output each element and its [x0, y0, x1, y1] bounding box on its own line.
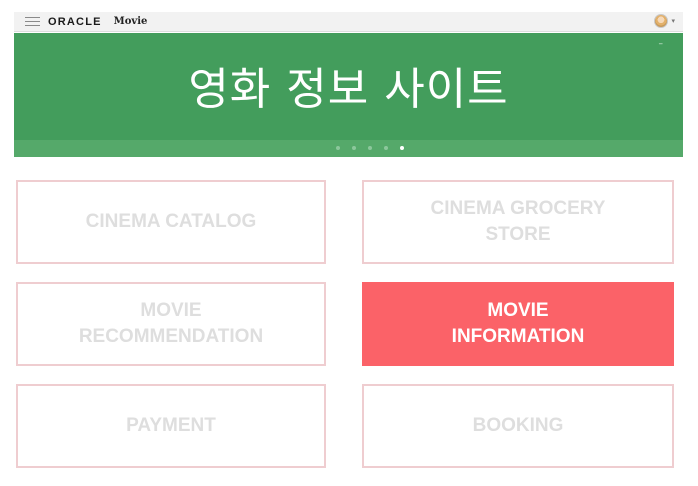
banner-title: 영화 정보 사이트: [188, 64, 509, 115]
carousel-indicators: [14, 146, 683, 150]
carousel-dot-1[interactable]: [335, 146, 340, 150]
chevron-down-icon[interactable]: ▾: [671, 17, 675, 25]
hero-banner: – 영화 정보 사이트: [14, 33, 683, 157]
tile-label-line: BOOKING: [472, 415, 564, 436]
tile-label-line: RECOMMENDATION: [78, 326, 264, 347]
movie-recommendation-button[interactable]: MOVIE RECOMMENDATION: [16, 282, 326, 366]
cinema-catalog-button[interactable]: CINEMA CATALOG: [16, 180, 326, 264]
cinema-grocery-store-button[interactable]: CINEMA GROCERY STORE: [362, 180, 674, 264]
app-header: ORACLE Movie ▾: [14, 12, 683, 32]
movie-information-button[interactable]: MOVIE INFORMATION: [362, 282, 674, 366]
user-menu[interactable]: ▾: [654, 14, 675, 28]
hamburger-menu-icon[interactable]: [25, 17, 40, 26]
carousel-dot-3[interactable]: [367, 146, 372, 150]
oracle-logo: ORACLE: [48, 15, 102, 28]
tile-label-line: PAYMENT: [126, 415, 216, 436]
tile-label-line: CINEMA CATALOG: [85, 211, 257, 232]
carousel-dot-4[interactable]: [383, 146, 388, 150]
carousel-dot-5[interactable]: [399, 146, 404, 150]
app-title: Movie: [113, 16, 148, 27]
tile-label-line: STORE: [485, 224, 551, 245]
user-avatar[interactable]: [654, 14, 669, 28]
tile-label-line: INFORMATION: [451, 326, 585, 347]
booking-button[interactable]: BOOKING: [362, 384, 674, 468]
banner-corner-mark: –: [658, 39, 664, 49]
tile-label-line: CINEMA GROCERY: [430, 198, 606, 219]
tile-label-line: MOVIE: [487, 300, 549, 321]
payment-button[interactable]: PAYMENT: [16, 384, 326, 468]
tile-label-line: MOVIE: [140, 300, 202, 321]
carousel-dot-2[interactable]: [351, 146, 356, 150]
